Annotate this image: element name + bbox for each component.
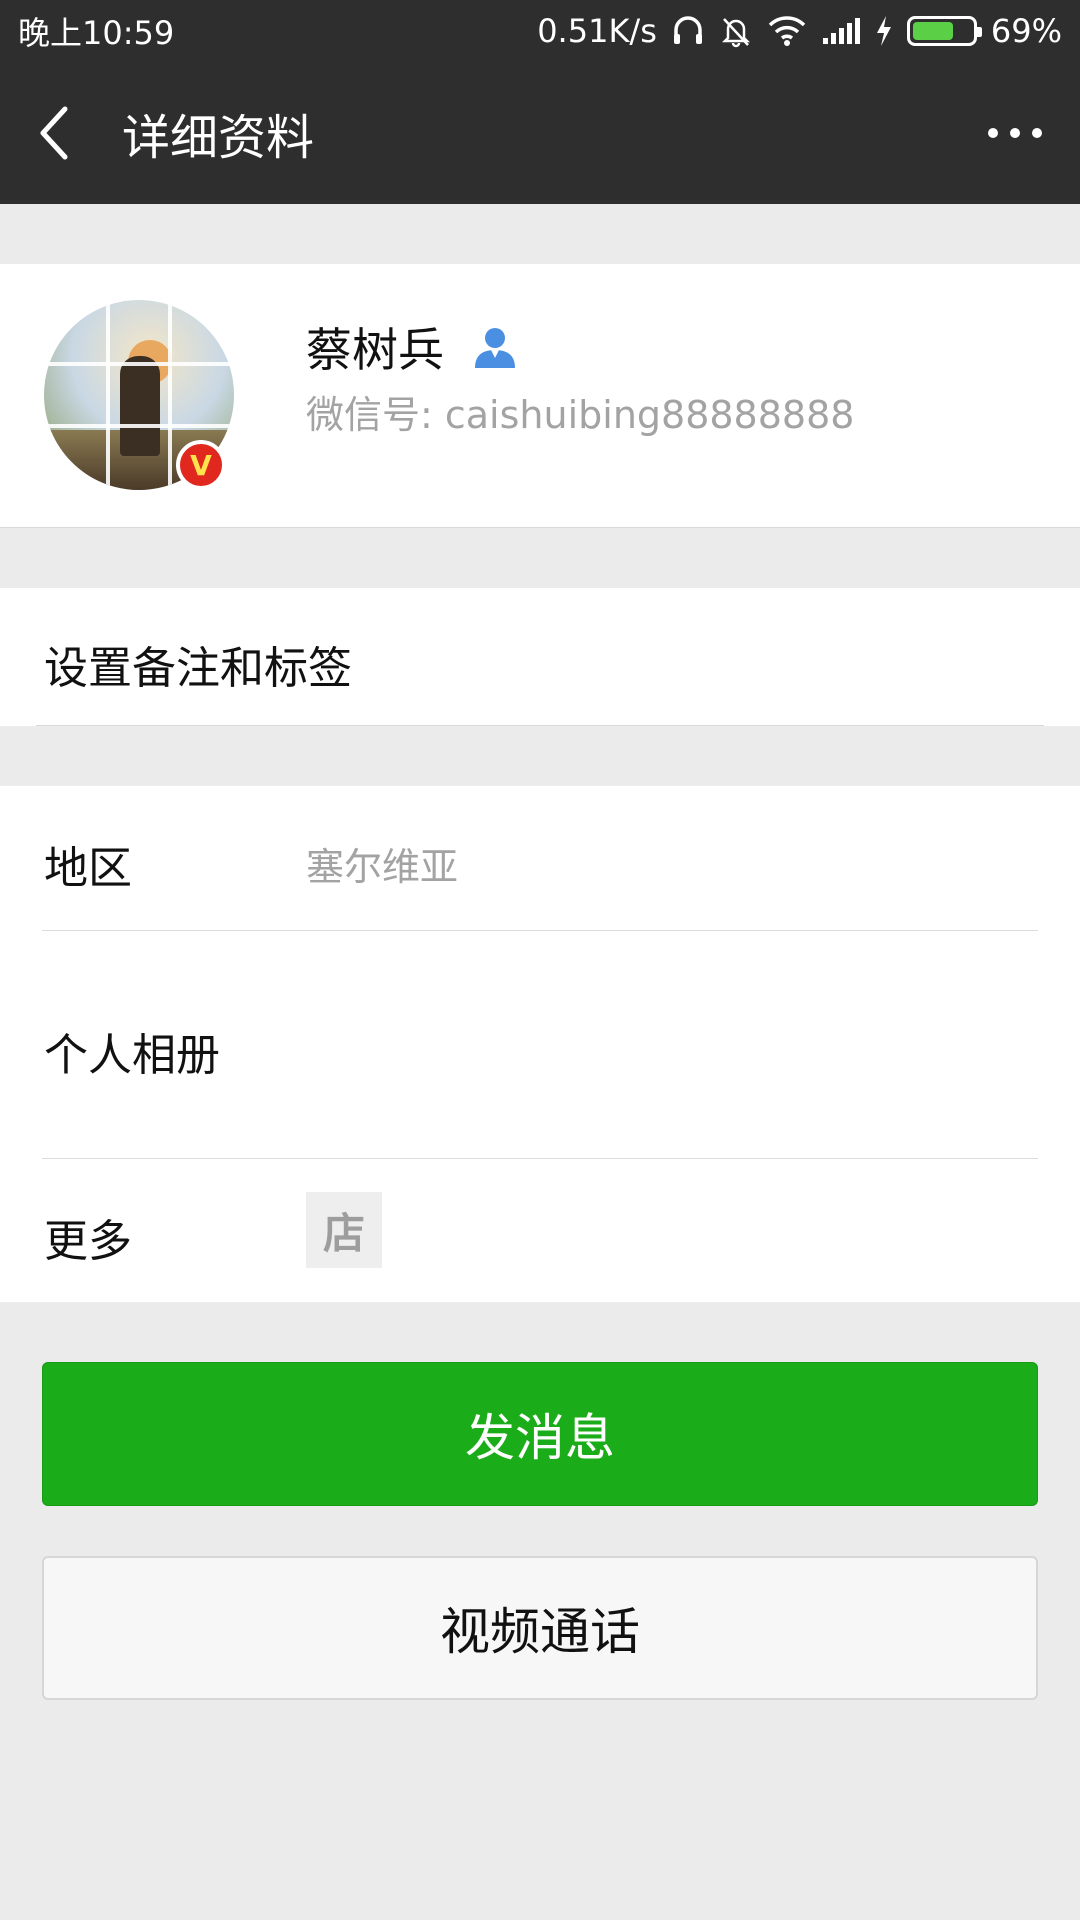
name-row: 蔡树兵 (306, 314, 518, 380)
battery-icon (906, 16, 982, 46)
region-row: 地区 塞尔维亚 (0, 786, 1080, 930)
profile-card: V 蔡树兵 微信号: caishuibing88888888 (0, 264, 1080, 528)
chevron-left-icon (40, 106, 68, 160)
more-dots-icon (988, 128, 998, 138)
back-button[interactable] (0, 62, 110, 204)
send-message-button[interactable]: 发消息 (42, 1362, 1038, 1506)
battery-level (912, 22, 953, 40)
charging-icon (875, 15, 893, 47)
album-label: 个人相册 (44, 1030, 220, 1081)
wifi-icon (767, 15, 807, 47)
person-icon (475, 328, 515, 368)
status-bar: 晚上10:59 0.51K/s 69% (0, 0, 1080, 62)
status-time: 晚上10:59 (18, 14, 175, 52)
region-value: 塞尔维亚 (306, 845, 459, 889)
net-speed: 0.51K/s (537, 12, 657, 50)
signal-icon (821, 16, 861, 46)
video-call-button[interactable]: 视频通话 (42, 1556, 1038, 1700)
contact-detail-screen: 晚上10:59 0.51K/s 69% 详细资料 V 蔡树兵 微信号: cais… (0, 0, 1080, 1920)
region-label: 地区 (44, 843, 132, 894)
more-button[interactable] (980, 98, 1050, 168)
wechat-id: 微信号: caishuibing88888888 (306, 393, 855, 437)
set-remark-label: 设置备注和标签 (44, 643, 352, 694)
mute-bell-icon (719, 14, 753, 48)
verified-badge: V (176, 440, 226, 490)
contact-name: 蔡树兵 (306, 323, 444, 377)
headphones-icon (671, 14, 705, 48)
shop-icon: 店 (306, 1192, 382, 1268)
status-icons: 0.51K/s 69% (537, 12, 1062, 50)
divider (36, 725, 1044, 726)
album-row[interactable]: 个人相册 (0, 931, 1080, 1159)
battery-percent: 69% (990, 12, 1062, 50)
more-label: 更多 (44, 1216, 132, 1267)
more-row[interactable]: 更多 店 (0, 1159, 1080, 1302)
title-bar: 详细资料 (0, 62, 1080, 204)
set-remark-row[interactable]: 设置备注和标签 (0, 588, 1080, 726)
info-card: 地区 塞尔维亚 个人相册 更多 店 (0, 786, 1080, 1302)
page-title: 详细资料 (122, 110, 315, 166)
